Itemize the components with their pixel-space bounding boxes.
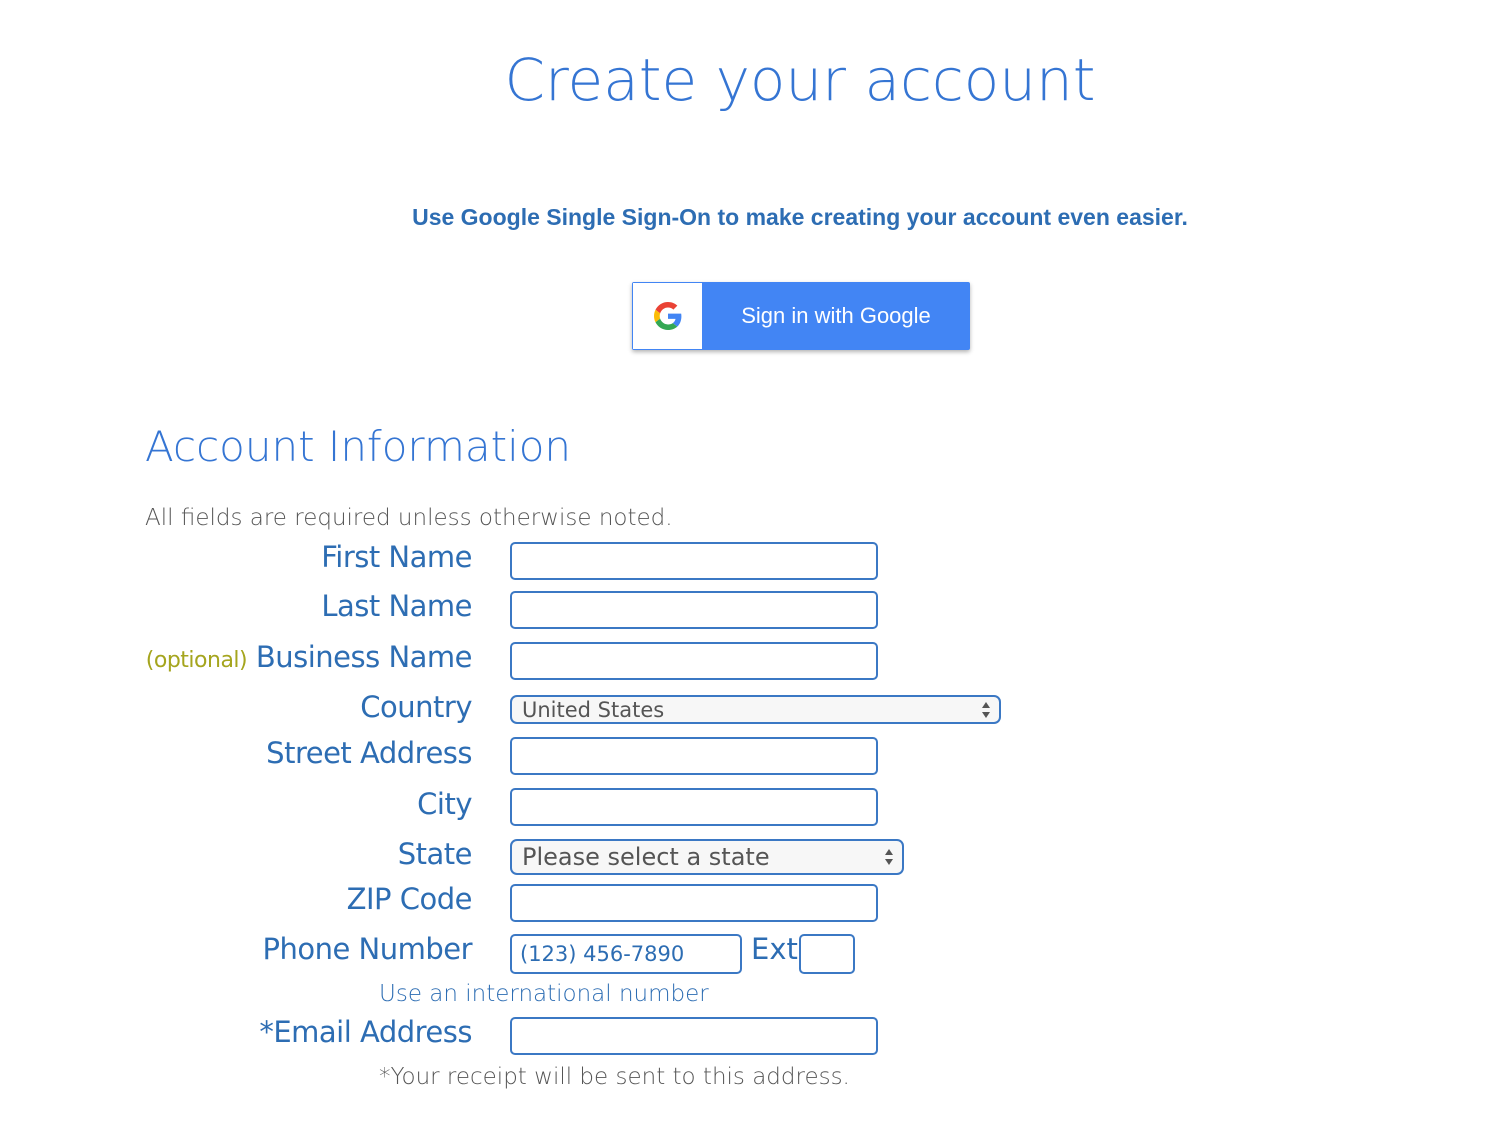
last-name-label: Last Name [321,589,472,623]
phone-number-input[interactable]: (123) 456-7890 [510,934,742,974]
zip-code-label: ZIP Code [346,882,473,916]
ext-label: Ext [751,932,798,966]
zip-code-input[interactable] [510,884,878,922]
phone-number-label: Phone Number [262,932,472,966]
email-receipt-note: *Your receipt will be sent to this addre… [379,1064,850,1090]
phone-ext-input[interactable] [799,934,855,974]
select-arrows-icon [885,849,893,865]
required-note: All fields are required unless otherwise… [145,505,673,531]
street-address-label: Street Address [266,736,472,770]
sign-in-with-google-button[interactable]: Sign in with Google [632,282,970,350]
optional-tag: (optional) [145,648,248,673]
phone-placeholder: (123) 456-7890 [520,942,685,966]
google-icon-container [633,283,702,349]
google-g-icon [653,302,681,330]
city-input[interactable] [510,788,878,826]
google-button-label: Sign in with Google [741,303,931,328]
street-address-input[interactable] [510,737,878,775]
first-name-input[interactable] [510,542,878,580]
first-name-label: First Name [321,540,472,574]
state-select[interactable]: Please select a state [510,839,904,875]
select-arrows-icon [982,701,990,718]
international-number-link[interactable]: Use an international number [379,981,709,1007]
sso-prompt: Use Google Single Sign-On to make creati… [412,204,1188,230]
city-label: City [417,787,472,821]
country-select[interactable]: United States [510,695,1001,724]
business-name-input[interactable] [510,642,878,680]
page-title: Create your account [504,46,1096,114]
email-address-label: *Email Address [259,1015,472,1049]
last-name-input[interactable] [510,591,878,629]
business-name-label-group: (optional) Business Name [145,640,473,674]
business-name-label: Business Name [255,640,473,674]
state-label: State [397,837,473,871]
section-title: Account Information [145,422,572,471]
country-label: Country [360,690,472,724]
email-address-input[interactable] [510,1017,878,1055]
country-selected-value: United States [522,697,665,722]
state-selected-value: Please select a state [522,843,770,871]
